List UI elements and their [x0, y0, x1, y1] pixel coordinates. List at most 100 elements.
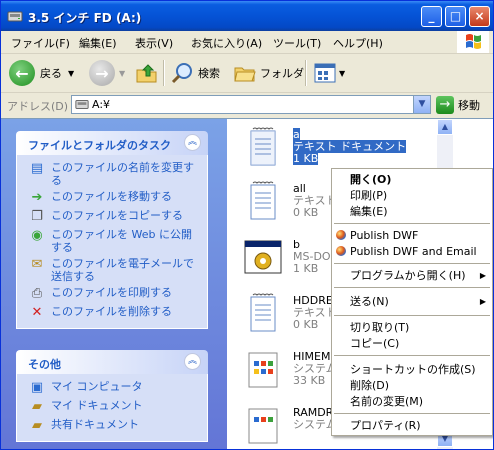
- dwf-icon: [336, 230, 346, 240]
- task-email[interactable]: ✉ このファイルを電子メールで送信する: [17, 257, 207, 283]
- task-delete[interactable]: ✕ このファイルを削除する: [17, 305, 207, 321]
- menu-separator: [334, 287, 490, 288]
- minimize-button[interactable]: _: [421, 6, 442, 27]
- ctx-properties[interactable]: プロパティ(R): [332, 417, 492, 434]
- task-box-title: ファイルとフォルダのタスク: [28, 139, 171, 152]
- chevron-down-icon: ▼: [68, 68, 75, 78]
- go-arrow-icon: →: [436, 96, 454, 114]
- floppy-drive-icon: [7, 11, 23, 22]
- task-label: このファイルを Web に公開する: [51, 228, 192, 254]
- web-publish-icon: ◉: [31, 228, 43, 243]
- task-copy[interactable]: ❐ このファイルをコピーする: [17, 209, 207, 225]
- maximize-button[interactable]: □: [445, 6, 466, 27]
- collapse-icon[interactable]: ︽: [184, 353, 201, 370]
- menu-separator: [334, 315, 490, 316]
- ctx-rename[interactable]: 名前の変更(M): [332, 393, 492, 410]
- place-label: 共有ドキュメント: [51, 418, 139, 431]
- task-list: ▤ このファイルの名前を変更する ➔ このファイルを移動する ❐ このファイルを…: [16, 155, 208, 329]
- menu-separator: [334, 263, 490, 264]
- ctx-publish-dwf-email[interactable]: Publish DWF and Email: [332, 243, 492, 260]
- forward-button[interactable]: → ▼: [89, 58, 125, 88]
- file-size: 1 KB: [293, 152, 319, 165]
- file-size: 33 KB: [293, 374, 326, 387]
- folders-label: フォルダ: [260, 67, 304, 80]
- ctx-copy[interactable]: コピー(C): [332, 335, 492, 352]
- search-button[interactable]: 検索: [171, 58, 220, 88]
- views-button[interactable]: ▼: [313, 58, 345, 88]
- ms-dos-program-icon: [244, 240, 282, 274]
- back-button[interactable]: ← 戻る ▼: [9, 58, 74, 88]
- ctx-label: 印刷(P): [350, 189, 388, 202]
- collapse-icon[interactable]: ︽: [184, 134, 201, 151]
- back-label: 戻る: [40, 67, 62, 80]
- ctx-label: プログラムから開く(H): [350, 269, 466, 282]
- task-label: このファイルを電子メールで送信する: [51, 257, 194, 283]
- ctx-publish-dwf[interactable]: Publish DWF: [332, 227, 492, 244]
- ctx-delete[interactable]: 削除(D): [332, 377, 492, 394]
- ctx-edit[interactable]: 編集(E): [332, 203, 492, 220]
- my-computer-icon: ▣: [30, 380, 44, 395]
- task-publish-web[interactable]: ◉ このファイルを Web に公開する: [17, 228, 207, 254]
- task-print[interactable]: ⎙ このファイルを印刷する: [17, 286, 207, 302]
- place-my-computer[interactable]: ▣ マイ コンピュータ: [17, 380, 207, 396]
- ctx-label: コピー(C): [350, 337, 400, 350]
- menu-favorites[interactable]: お気に入り(A): [191, 35, 262, 51]
- ctx-create-shortcut[interactable]: ショートカットの作成(S): [332, 361, 492, 378]
- place-shared-documents[interactable]: ▰ 共有ドキュメント: [17, 418, 207, 434]
- context-menu: 開く(O) 印刷(P) 編集(E) Publish DWF Publish DW…: [331, 168, 493, 436]
- system-file-icon: [248, 352, 278, 388]
- close-button[interactable]: ×: [469, 6, 490, 27]
- task-box-header[interactable]: その他 ︽: [16, 350, 208, 374]
- folders-icon: [234, 67, 256, 82]
- task-box-header[interactable]: ファイルとフォルダのタスク ︽: [16, 131, 208, 155]
- task-box-title: その他: [28, 358, 61, 371]
- menu-separator: [334, 355, 490, 356]
- go-button[interactable]: → 移動: [436, 96, 480, 114]
- title-bar[interactable]: 3.5 インチ FD (A:) _ □ ×: [1, 1, 493, 31]
- ctx-open[interactable]: 開く(O): [332, 171, 492, 188]
- shared-documents-icon: ▰: [32, 418, 42, 433]
- file-size: 0 KB: [293, 318, 319, 331]
- task-move[interactable]: ➔ このファイルを移動する: [17, 190, 207, 206]
- ctx-print[interactable]: 印刷(P): [332, 187, 492, 204]
- menu-tools[interactable]: ツール(T): [273, 35, 321, 51]
- file-size: 1 KB: [293, 262, 319, 275]
- address-input[interactable]: A:¥ ▼: [71, 95, 431, 114]
- ctx-label: 編集(E): [350, 205, 388, 218]
- up-folder-icon: [136, 64, 157, 83]
- toolbar: ← 戻る ▼ → ▼ 検索 フォルダ ▼: [1, 54, 493, 93]
- ctx-label: 切り取り(T): [350, 321, 410, 334]
- place-my-documents[interactable]: ▰ マイ ドキュメント: [17, 399, 207, 415]
- move-icon: ➔: [31, 190, 43, 205]
- go-label: 移動: [458, 99, 480, 112]
- folders-button[interactable]: フォルダ: [233, 58, 304, 88]
- ctx-label: 開く(O): [350, 173, 392, 186]
- ctx-send-to[interactable]: 送る(N) ▶: [332, 293, 492, 310]
- window-title: 3.5 インチ FD (A:): [28, 11, 142, 25]
- menu-bar: ファイル(F) 編集(E) 表示(V) お気に入り(A) ツール(T) ヘルプ(…: [1, 31, 493, 54]
- task-rename[interactable]: ▤ このファイルの名前を変更する: [17, 161, 207, 187]
- ctx-open-with[interactable]: プログラムから開く(H) ▶: [332, 267, 492, 284]
- scroll-up-button[interactable]: ▲: [437, 119, 453, 135]
- ctx-cut[interactable]: 切り取り(T): [332, 319, 492, 336]
- task-label: このファイルをコピーする: [51, 209, 183, 222]
- chevron-down-icon: ▼: [119, 68, 126, 78]
- menu-file[interactable]: ファイル(F): [11, 35, 70, 51]
- menu-help[interactable]: ヘルプ(H): [333, 35, 383, 51]
- task-label: このファイルを印刷する: [51, 286, 172, 299]
- ctx-label: 送る(N): [350, 295, 389, 308]
- back-arrow-icon: ←: [9, 60, 35, 86]
- task-label: このファイルの名前を変更する: [51, 161, 194, 187]
- menu-view[interactable]: 表示(V): [135, 35, 173, 51]
- menu-edit[interactable]: 編集(E): [79, 35, 117, 51]
- up-folder-button[interactable]: [135, 58, 159, 88]
- windows-logo-icon: [457, 31, 489, 53]
- address-label: アドレス(D): [7, 100, 69, 113]
- forward-arrow-icon: →: [89, 60, 115, 86]
- address-dropdown-button[interactable]: ▼: [413, 96, 430, 113]
- system-file-icon: [248, 408, 278, 444]
- my-documents-icon: ▰: [32, 399, 42, 414]
- address-value: A:¥: [92, 98, 111, 111]
- file-size: 0 KB: [293, 206, 319, 219]
- ctx-label: 削除(D): [350, 379, 390, 392]
